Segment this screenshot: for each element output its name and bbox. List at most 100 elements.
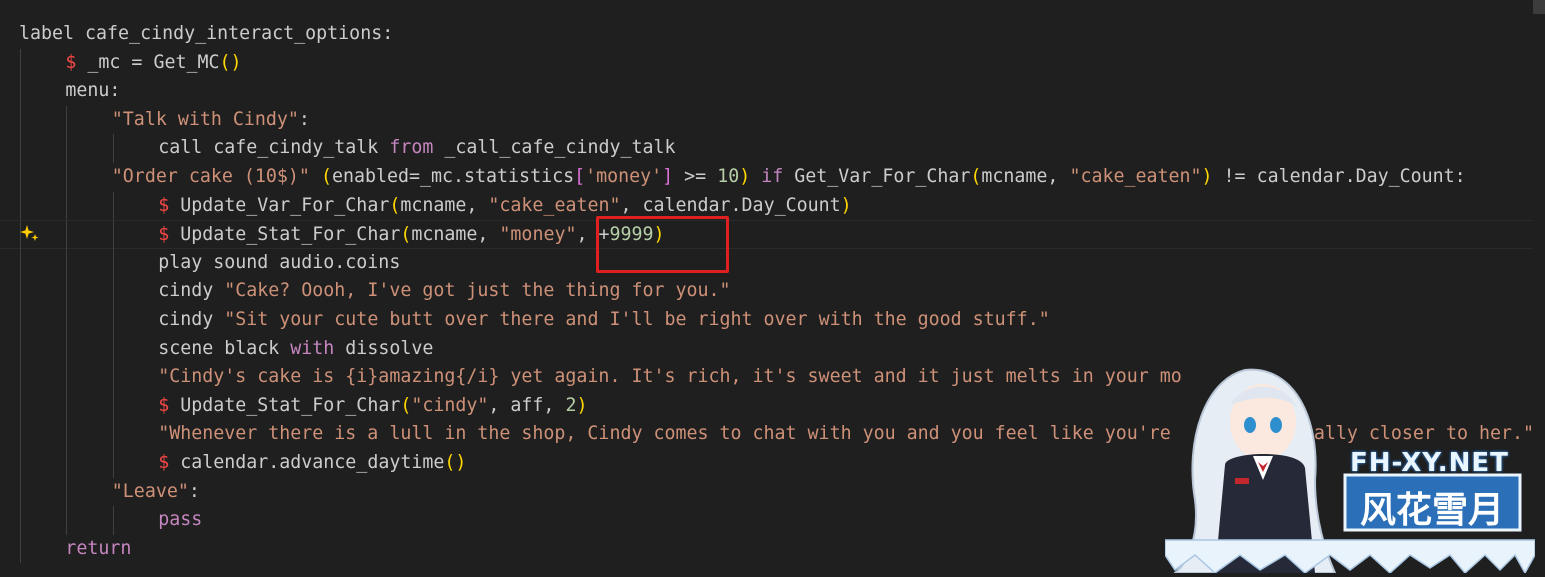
indent-guide — [20, 134, 21, 163]
code-line[interactable]: cindy "Sit your cute butt over there and… — [0, 306, 1533, 335]
code-token: cindy — [158, 309, 225, 330]
scrollbar-thumb[interactable] — [1533, 0, 1545, 14]
code-text: $ _mc = Get_MC() — [65, 49, 241, 78]
code-line[interactable]: play sound audio.coins — [0, 248, 1533, 278]
watermark-name: 风花雪月 — [1360, 490, 1505, 531]
code-text: cindy "Cake? Oooh, I've got just the thi… — [158, 277, 730, 306]
code-token: enabled=_mc.statistics — [331, 166, 575, 187]
code-token: ( — [389, 194, 401, 216]
code-token: mcname, — [411, 224, 500, 246]
indent-guide — [112, 391, 114, 421]
indent-guide — [112, 506, 114, 535]
indent-guide — [66, 334, 68, 364]
code-text: "Talk with Cindy": — [112, 106, 310, 135]
watermark: FH-XY.NET 风花雪月 — [1164, 350, 1536, 575]
code-token: : — [188, 480, 200, 502]
code-token: "cindy" — [411, 394, 489, 416]
code-token: "Sit your cute butt over there and I'll … — [224, 309, 1050, 330]
code-token: "cake_eaten" — [488, 194, 621, 216]
code-text: cindy "Sit your cute butt over there and… — [158, 306, 1050, 335]
indent-guide — [20, 534, 21, 564]
code-line[interactable]: cindy "Cake? Oooh, I've got just the thi… — [0, 277, 1533, 306]
code-token: [ — [574, 166, 586, 187]
code-token: ) — [1201, 166, 1213, 187]
code-text: $ calendar.advance_daytime() — [158, 449, 466, 478]
code-token: _call_cafe_cindy_talk — [433, 137, 676, 159]
indent-guide — [112, 248, 114, 278]
indent-guide — [112, 134, 114, 163]
indent-guide — [20, 306, 21, 335]
sparkle-lightbulb-icon[interactable] — [18, 222, 42, 246]
indent-guide — [66, 449, 68, 478]
indent-guide — [20, 105, 21, 135]
code-text: return — [65, 535, 131, 564]
code-token: "Cindy's cake is {i}amazing{/i} yet agai… — [158, 366, 1182, 388]
code-token: menu: — [65, 80, 121, 102]
code-token: "Talk with Cindy" — [111, 108, 299, 130]
code-token: Update_Stat_For_Char — [169, 224, 401, 246]
indent-guide — [20, 48, 21, 78]
code-text: menu: — [65, 77, 120, 106]
code-token: scene black — [158, 337, 291, 359]
indent-guide — [112, 306, 114, 335]
indent-guide — [20, 420, 21, 449]
code-token: label cafe_cindy_interact_options: — [19, 23, 394, 44]
code-token: call cafe_cindy_talk — [158, 137, 390, 159]
indent-guide — [66, 134, 68, 163]
code-text: call cafe_cindy_talk from _call_cafe_cin… — [158, 134, 675, 163]
code-line[interactable]: $ _mc = Get_MC() — [0, 48, 1533, 78]
code-token: ] — [662, 166, 674, 187]
code-text: "Leave": — [112, 478, 200, 507]
code-token: with — [290, 337, 335, 359]
code-line[interactable]: menu: — [0, 77, 1533, 106]
code-token: ) — [840, 194, 852, 216]
indent-guide — [112, 221, 114, 250]
code-token: 10 — [717, 166, 740, 187]
code-line[interactable]: call cafe_cindy_talk from _call_cafe_cin… — [0, 134, 1533, 163]
code-token: () — [444, 452, 467, 473]
indent-guide — [66, 191, 68, 221]
indent-guide — [112, 449, 114, 478]
indent-guide — [66, 306, 68, 335]
code-token: dissolve — [334, 337, 434, 359]
indent-guide — [66, 477, 68, 507]
code-token: ) — [576, 394, 588, 416]
code-token: return — [65, 537, 132, 559]
indent-guide — [66, 363, 68, 392]
code-line[interactable]: $ Update_Stat_For_Char(mcname, "money", … — [0, 220, 1533, 250]
indent-guide — [20, 191, 21, 221]
code-line[interactable]: label cafe_cindy_interact_options: — [0, 20, 1533, 49]
code-line[interactable]: "Talk with Cindy": — [0, 105, 1533, 135]
highlight-box — [596, 216, 729, 273]
code-line[interactable]: $ Update_Var_For_Char(mcname, "cake_eate… — [0, 191, 1533, 221]
indent-guide — [112, 191, 114, 221]
code-token: , calendar.Day_Count — [620, 194, 841, 216]
indent-guide — [66, 105, 68, 135]
code-token: play sound audio.coins — [158, 251, 401, 273]
code-text: scene black with dissolve — [158, 335, 433, 364]
code-text: play sound audio.coins — [158, 249, 400, 278]
code-token: from — [389, 137, 434, 159]
code-token: $ — [158, 394, 170, 416]
indent-guide — [66, 163, 68, 192]
code-token: pass — [158, 509, 203, 531]
code-token: 'money' — [585, 166, 663, 187]
code-token: ( — [320, 166, 332, 187]
code-token: "Order cake (10$)" — [111, 166, 310, 187]
code-token: if — [761, 166, 784, 187]
code-text: "Order cake (10$)" (enabled=_mc.statisti… — [112, 163, 1466, 192]
code-token: $ — [158, 452, 170, 473]
code-text: $ Update_Stat_For_Char("cindy", aff, 2) — [158, 392, 587, 421]
indent-guide — [66, 420, 68, 449]
code-line[interactable]: "Order cake (10$)" (enabled=_mc.statisti… — [0, 163, 1533, 192]
indent-guide — [20, 449, 21, 478]
code-token: 2 — [565, 394, 577, 416]
code-token: _mc = Get_MC — [76, 51, 220, 73]
indent-guide — [66, 277, 68, 306]
code-token: cindy — [158, 280, 225, 302]
code-token: , aff, — [488, 394, 566, 416]
code-text: $ Update_Var_For_Char(mcname, "cake_eate… — [158, 192, 851, 221]
code-token: $ — [158, 194, 170, 216]
